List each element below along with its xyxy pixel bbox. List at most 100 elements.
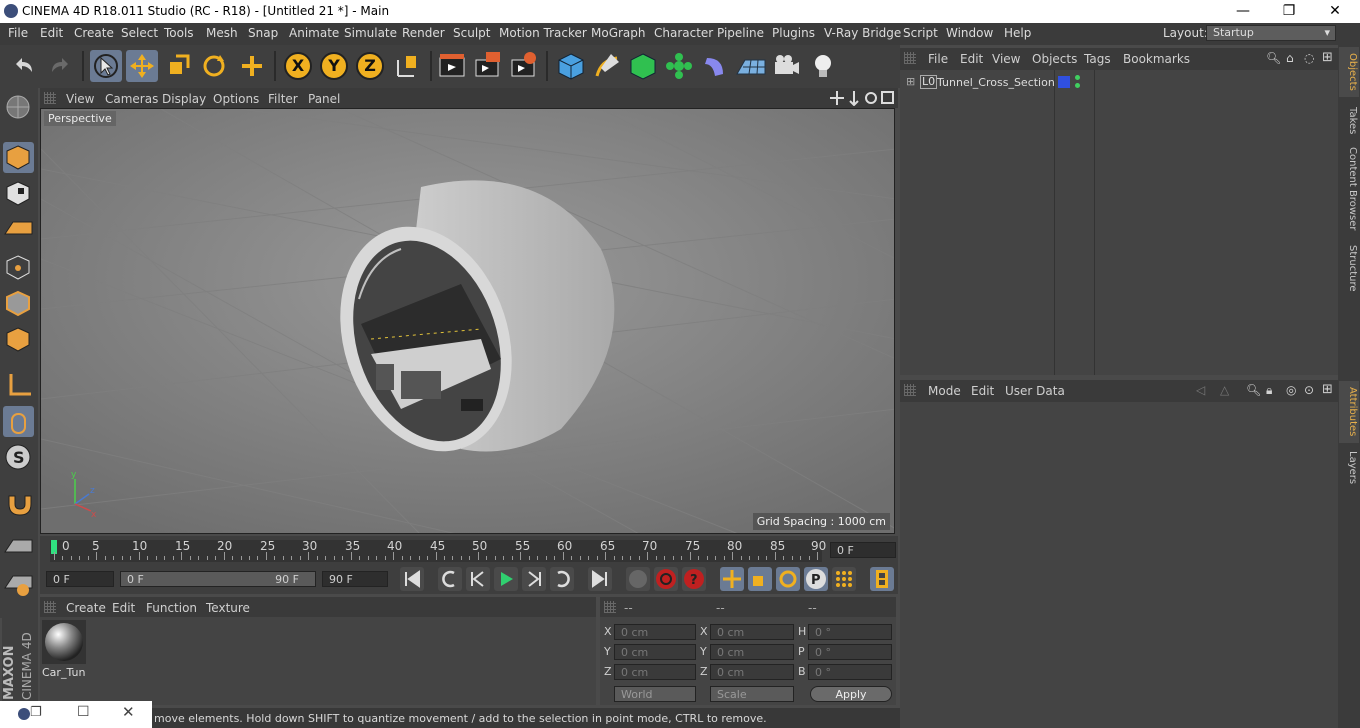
menu-mograph[interactable]: MoGraph	[591, 26, 646, 40]
scale-button[interactable]	[162, 50, 194, 82]
search-icon[interactable]: 🔍︎	[1246, 383, 1261, 397]
target-icon[interactable]: ◎	[1286, 383, 1296, 397]
editor-visible-dot[interactable]	[1075, 75, 1080, 80]
rotate-button[interactable]	[198, 50, 230, 82]
timeline-window-button[interactable]	[870, 567, 894, 591]
material-item[interactable]: Car_Tun	[42, 620, 86, 682]
start-frame-field[interactable]: 0 F	[46, 571, 114, 587]
tab-objects[interactable]: Objects	[1340, 53, 1358, 91]
planar-workplane-button[interactable]	[3, 568, 34, 599]
tab-attributes[interactable]: Attributes	[1340, 387, 1358, 436]
frame-range-slider[interactable]: 0 F 90 F	[120, 571, 316, 587]
go-to-start-button[interactable]	[400, 567, 424, 591]
restore-icon[interactable]: ❐	[30, 705, 42, 720]
key-pla-button[interactable]	[832, 567, 856, 591]
viewport-menu-view[interactable]: View	[66, 92, 94, 106]
model-mode-button[interactable]	[3, 142, 34, 173]
coordinate-space-select[interactable]: World	[614, 686, 696, 702]
object-menu-file[interactable]: File	[928, 52, 948, 66]
cube-object-button[interactable]	[555, 50, 587, 82]
enable-snap-button[interactable]	[3, 488, 34, 519]
object-menu-objects[interactable]: Objects	[1032, 52, 1077, 66]
object-menu-edit[interactable]: Edit	[960, 52, 983, 66]
new-panel-icon[interactable]: ⊞	[1322, 50, 1333, 65]
tab-structure[interactable]: Structure	[1340, 245, 1358, 292]
rot-b-field[interactable]: 0 °	[808, 664, 892, 680]
tab-takes[interactable]: Takes	[1340, 107, 1358, 134]
attribute-menu-mode[interactable]: Mode	[928, 384, 961, 398]
viewport-menu-cameras[interactable]: Cameras	[105, 92, 158, 106]
menu-file[interactable]: File	[8, 26, 28, 40]
coordinate-system-button[interactable]	[392, 50, 424, 82]
back-arrow-icon[interactable]: ◁	[1196, 383, 1205, 397]
object-menu-tags[interactable]: Tags	[1084, 52, 1111, 66]
record-active-button[interactable]	[654, 567, 678, 591]
tab-content-browser[interactable]: Content Browser	[1340, 147, 1358, 230]
forward-arrow-icon[interactable]: △	[1220, 383, 1229, 397]
menu-character[interactable]: Character	[654, 26, 713, 40]
workplane-mode-button[interactable]	[3, 214, 34, 245]
object-row[interactable]: ⊞ L0 Tunnel_Cross_Section	[904, 74, 1334, 92]
cloner-button[interactable]	[663, 50, 695, 82]
x-axis-button[interactable]: X	[282, 50, 314, 82]
menu-animate[interactable]: Animate	[289, 26, 339, 40]
autokey-button[interactable]: ?	[682, 567, 706, 591]
camera-button[interactable]	[771, 50, 803, 82]
points-mode-button[interactable]	[3, 252, 34, 283]
render-view-button[interactable]	[436, 50, 468, 82]
maximize-icon[interactable]: ☐	[77, 704, 90, 720]
texture-mode-button[interactable]	[3, 178, 34, 209]
menu-script[interactable]: Script	[903, 26, 938, 40]
minimize-button[interactable]: —	[1220, 0, 1266, 23]
redo-button[interactable]	[44, 50, 76, 82]
material-menu-create[interactable]: Create	[66, 601, 106, 615]
menu-help[interactable]: Help	[1004, 26, 1031, 40]
edges-mode-button[interactable]	[3, 288, 34, 319]
coordinate-mode-select[interactable]: Scale	[710, 686, 794, 702]
key-parameter-button[interactable]: P	[804, 567, 828, 591]
z-axis-button[interactable]: Z	[354, 50, 386, 82]
menu-window[interactable]: Window	[946, 26, 993, 40]
tab-layers[interactable]: Layers	[1340, 451, 1358, 484]
close-icon[interactable]: ✕	[122, 703, 135, 721]
y-axis-button[interactable]: Y	[318, 50, 350, 82]
go-to-end-button[interactable]	[588, 567, 612, 591]
end-frame-field[interactable]: 90 F	[322, 571, 388, 587]
history-icon[interactable]: ⊙	[1304, 383, 1314, 397]
eye-icon[interactable]: ◌	[1304, 51, 1314, 65]
size-x-field[interactable]: 0 cm	[710, 624, 794, 640]
render-picture-viewer-button[interactable]	[472, 50, 504, 82]
attribute-menu-user-data[interactable]: User Data	[1005, 384, 1065, 398]
maximize-button[interactable]: ❐	[1266, 0, 1312, 23]
play-button[interactable]	[494, 567, 518, 591]
previous-key-button[interactable]	[438, 567, 462, 591]
menu-create[interactable]: Create	[74, 26, 114, 40]
current-frame-field[interactable]: 0 F	[830, 542, 896, 558]
key-position-button[interactable]	[720, 567, 744, 591]
recent-tools-button[interactable]	[236, 50, 268, 82]
pos-z-field[interactable]: 0 cm	[614, 664, 696, 680]
next-key-button[interactable]	[550, 567, 574, 591]
viewport-nav-icons[interactable]	[830, 90, 896, 106]
make-editable-button[interactable]	[3, 92, 34, 123]
layer-color-swatch[interactable]	[1058, 76, 1070, 88]
menu-mesh[interactable]: Mesh	[206, 26, 238, 40]
size-z-field[interactable]: 0 cm	[710, 664, 794, 680]
layout-select[interactable]: Startup ▾	[1206, 25, 1336, 41]
3d-viewport[interactable]: y z x Perspective Grid Spacing : 1000 cm	[40, 108, 895, 534]
menu-pipeline[interactable]: Pipeline	[717, 26, 764, 40]
tweak-mode-button[interactable]	[3, 406, 34, 437]
floor-button[interactable]	[735, 50, 767, 82]
render-settings-button[interactable]	[508, 50, 540, 82]
menu-simulate[interactable]: Simulate	[344, 26, 397, 40]
menu-vray-bridge[interactable]: V-Ray Bridge	[824, 26, 901, 40]
undo-button[interactable]	[8, 50, 40, 82]
expand-icon[interactable]: ⊞	[906, 75, 915, 88]
menu-snap[interactable]: Snap	[248, 26, 278, 40]
deformer-button[interactable]	[699, 50, 731, 82]
render-visible-dot[interactable]	[1075, 83, 1080, 88]
snap-button[interactable]: S	[3, 442, 34, 473]
home-icon[interactable]: ⌂	[1286, 51, 1294, 65]
previous-frame-button[interactable]	[466, 567, 490, 591]
attribute-menu-edit[interactable]: Edit	[971, 384, 994, 398]
